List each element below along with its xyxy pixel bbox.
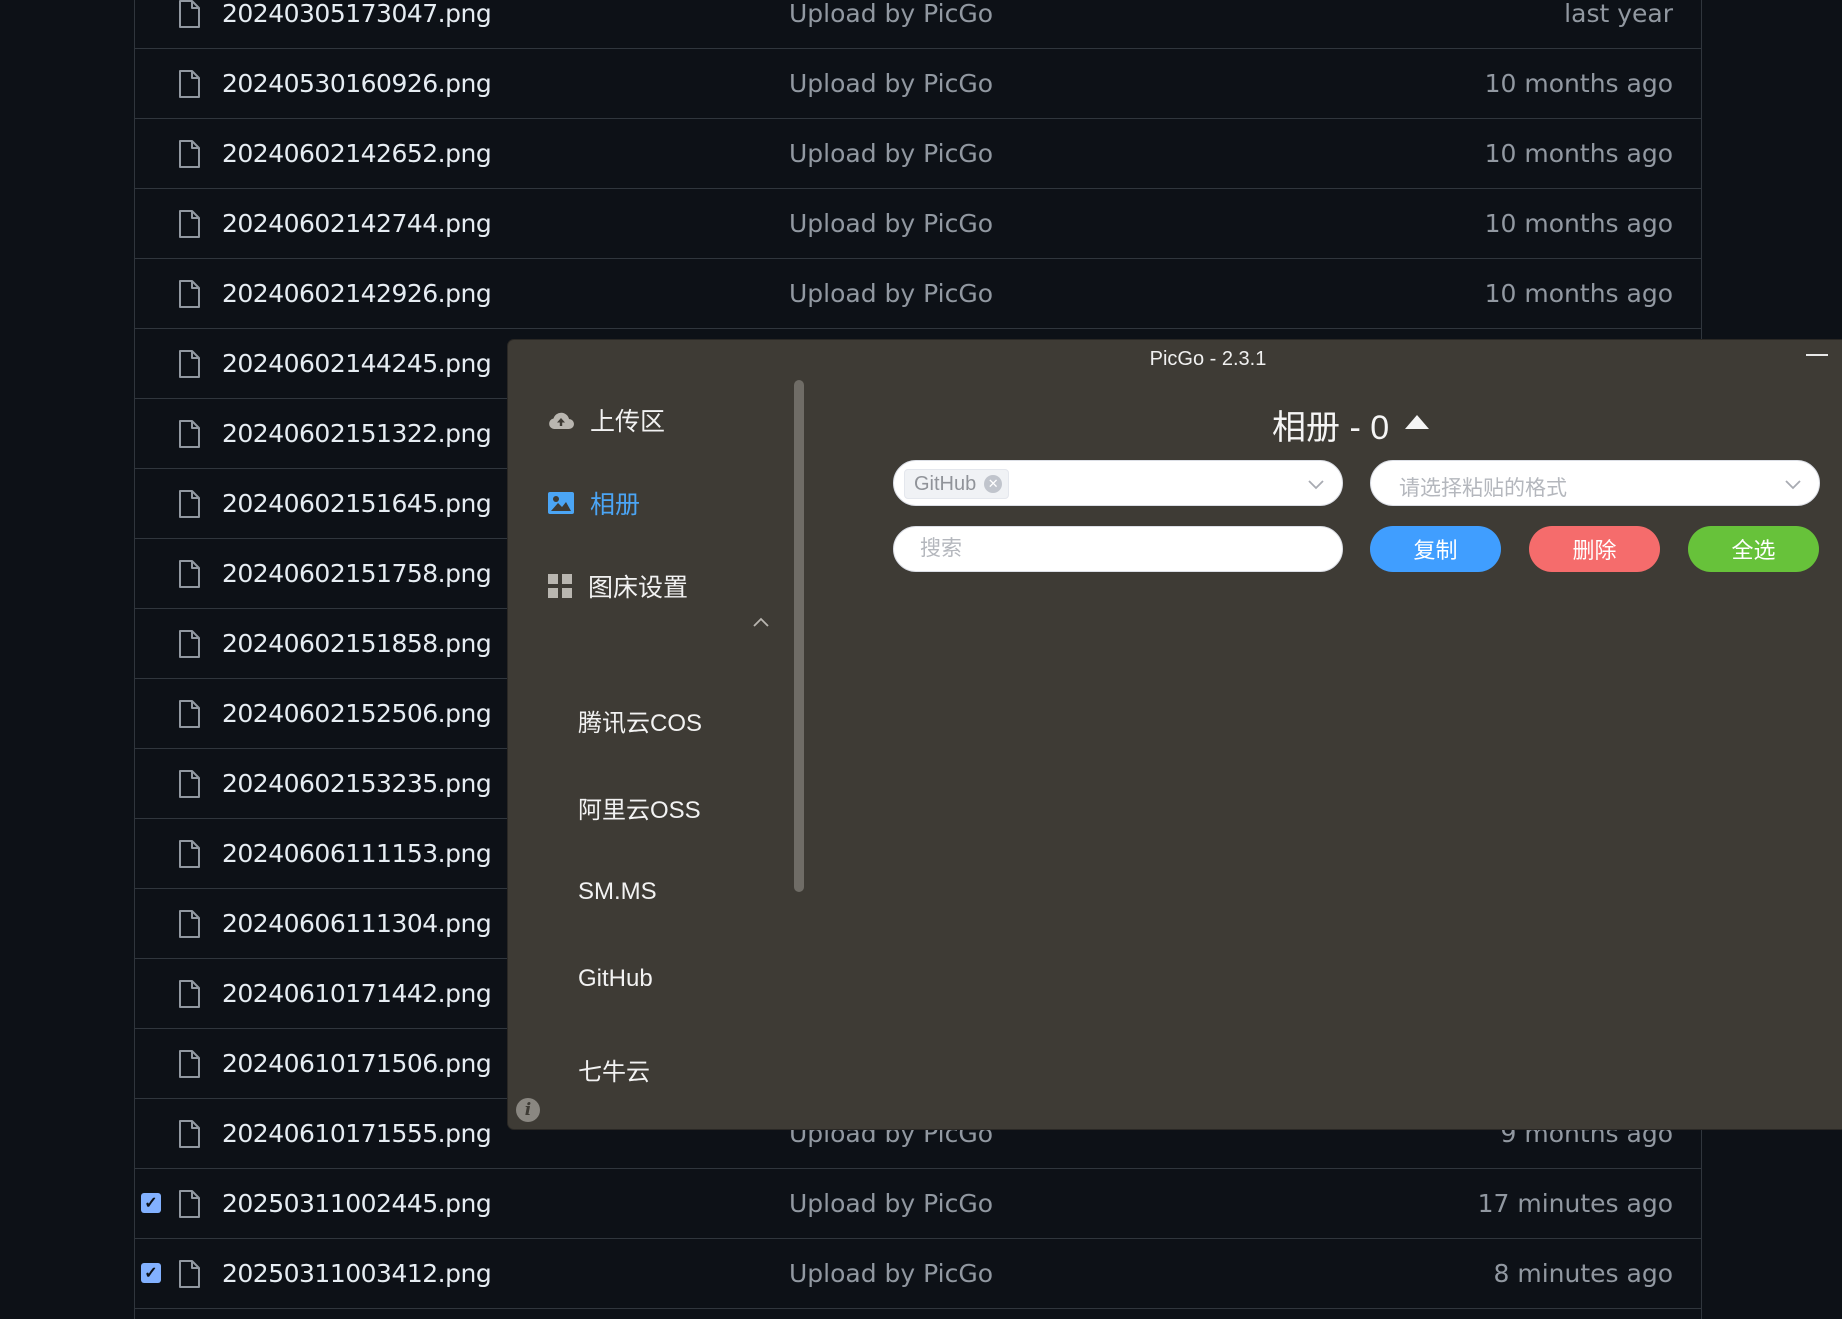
- table-row[interactable]: ✓20240530160926.pngUpload by PicGo10 mon…: [135, 49, 1701, 119]
- commit-message-link[interactable]: Upload by PicGo: [789, 279, 993, 308]
- pic-bed-tag-label: GitHub: [914, 472, 977, 495]
- chevron-up-icon[interactable]: [752, 616, 770, 628]
- album-title-text: 相册 - 0: [1272, 409, 1390, 447]
- table-row[interactable]: ✓20240305173047.pngUpload by PicGolast y…: [135, 0, 1701, 49]
- commit-time: 17 minutes ago: [1477, 1189, 1673, 1218]
- file-icon: [178, 490, 200, 518]
- sidebar-subitem-github[interactable]: GitHub: [578, 965, 653, 993]
- chevron-down-icon: [1785, 480, 1801, 490]
- tag-close-icon[interactable]: ✕: [984, 475, 1003, 493]
- minimize-icon[interactable]: [1806, 354, 1828, 356]
- commit-message-link[interactable]: Upload by PicGo: [789, 209, 993, 238]
- sidebar-item-upload[interactable]: 上传区: [548, 402, 665, 438]
- table-row[interactable]: ✓ 20250311003412.png Upload by PicGo 8 minu…: [135, 1239, 1701, 1309]
- file-name-link[interactable]: 20240530160926.png: [222, 69, 492, 98]
- file-icon: [178, 700, 200, 728]
- file-icon: [178, 420, 200, 448]
- row-checkbox[interactable]: ✓: [141, 1263, 161, 1283]
- file-name-link[interactable]: 20240305173047.png: [222, 0, 492, 28]
- file-name-link[interactable]: 20250311003412.png: [222, 1259, 492, 1288]
- file-icon: [178, 210, 200, 238]
- sidebar-item-upload-label: 上传区: [590, 408, 666, 436]
- commit-time: 10 months ago: [1484, 209, 1673, 238]
- file-name-link[interactable]: 20240602151645.png: [222, 489, 492, 518]
- delete-button[interactable]: 删除: [1529, 526, 1660, 572]
- file-icon: [178, 140, 200, 168]
- sidebar-subitem-tencent-cos[interactable]: 腾讯云COS: [578, 703, 702, 738]
- paste-format-select[interactable]: 请选择粘贴的格式: [1370, 460, 1820, 506]
- commit-time: 10 months ago: [1484, 139, 1673, 168]
- file-name-link[interactable]: 20240610171506.png: [222, 1049, 492, 1078]
- sidebar-subitem-qiniu[interactable]: 七牛云: [578, 1052, 650, 1087]
- file-name-link[interactable]: 20240606111304.png: [222, 909, 492, 938]
- sidebar-item-album[interactable]: 相册: [548, 485, 640, 521]
- file-name-link[interactable]: 20240602151858.png: [222, 629, 492, 658]
- commit-message-link[interactable]: Upload by PicGo: [789, 139, 993, 168]
- file-name-link[interactable]: 20240602144245.png: [222, 349, 492, 378]
- picgo-window: PicGo - 2.3.1 上传区 相册 图床设置 腾讯云COS 阿里云OSS …: [508, 340, 1842, 1129]
- file-icon: [178, 280, 200, 308]
- row-checkbox[interactable]: ✓: [141, 1193, 161, 1213]
- copy-button[interactable]: 复制: [1370, 526, 1501, 572]
- select-all-button[interactable]: 全选: [1688, 526, 1819, 572]
- commit-message-link[interactable]: Upload by PicGo: [789, 1259, 993, 1288]
- file-icon: [178, 840, 200, 868]
- file-icon: [178, 350, 200, 378]
- file-name-link[interactable]: 20240602151322.png: [222, 419, 492, 448]
- window-title: PicGo - 2.3.1: [1149, 348, 1267, 370]
- commit-time: last year: [1564, 0, 1673, 28]
- file-icon: [178, 70, 200, 98]
- table-row[interactable]: ✓ 20250311002445.png Upload by PicGo 17 min…: [135, 1169, 1701, 1239]
- file-icon: [178, 1190, 200, 1218]
- file-name-link[interactable]: 20250311002445.png: [222, 1189, 492, 1218]
- commit-time: 10 months ago: [1484, 69, 1673, 98]
- sidebar-item-settings[interactable]: 图床设置: [548, 568, 688, 604]
- commit-message-link[interactable]: Upload by PicGo: [789, 0, 993, 28]
- album-title[interactable]: 相册 - 0: [1272, 400, 1430, 449]
- commit-time: 8 minutes ago: [1493, 1259, 1673, 1288]
- file-name-link[interactable]: 20240602142744.png: [222, 209, 492, 238]
- sidebar-scrollbar[interactable]: [794, 380, 804, 892]
- file-icon: [178, 1050, 200, 1078]
- sidebar-item-album-label: 相册: [590, 491, 641, 519]
- commit-message-link[interactable]: Upload by PicGo: [789, 69, 993, 98]
- commit-message-link[interactable]: Upload by PicGo: [789, 1189, 993, 1218]
- paste-format-placeholder: 请选择粘贴的格式: [1399, 477, 1567, 500]
- search-input[interactable]: [893, 526, 1343, 572]
- sidebar-subitem-aliyun-oss[interactable]: 阿里云OSS: [578, 790, 701, 825]
- file-icon: [178, 980, 200, 1008]
- file-icon: [178, 770, 200, 798]
- caret-up-icon: [1405, 414, 1430, 429]
- file-name-link[interactable]: 20240602142652.png: [222, 139, 492, 168]
- chevron-down-icon: [1308, 480, 1324, 490]
- file-name-link[interactable]: 20240610171442.png: [222, 979, 492, 1008]
- commit-time: 10 months ago: [1484, 279, 1673, 308]
- file-icon: [178, 630, 200, 658]
- file-icon: [178, 560, 200, 588]
- image-icon: [548, 492, 574, 514]
- sidebar-item-settings-label: 图床设置: [588, 574, 689, 602]
- table-row[interactable]: ✓20240602142744.pngUpload by PicGo10 mon…: [135, 189, 1701, 259]
- file-icon: [178, 910, 200, 938]
- sidebar-subitem-smms[interactable]: SM.MS: [578, 878, 657, 906]
- cloud-upload-icon: [549, 412, 574, 429]
- file-name-link[interactable]: 20240606111153.png: [222, 839, 492, 868]
- pic-bed-tag: GitHub ✕: [904, 469, 1010, 499]
- file-icon: [178, 1260, 200, 1288]
- table-row[interactable]: ✓20240602142652.pngUpload by PicGo10 mon…: [135, 119, 1701, 189]
- info-icon[interactable]: i: [516, 1098, 540, 1122]
- file-name-link[interactable]: 20240602152506.png: [222, 699, 492, 728]
- file-name-link[interactable]: 20240602153235.png: [222, 769, 492, 798]
- pic-bed-select[interactable]: GitHub ✕: [893, 460, 1343, 506]
- file-name-link[interactable]: 20240602151758.png: [222, 559, 492, 588]
- file-name-link[interactable]: 20240602142926.png: [222, 279, 492, 308]
- table-row[interactable]: ✓20240602142926.pngUpload by PicGo10 mon…: [135, 259, 1701, 329]
- file-icon: [178, 1120, 200, 1148]
- file-icon: [178, 0, 200, 28]
- grid-icon: [548, 574, 572, 598]
- file-name-link[interactable]: 20240610171555.png: [222, 1119, 492, 1148]
